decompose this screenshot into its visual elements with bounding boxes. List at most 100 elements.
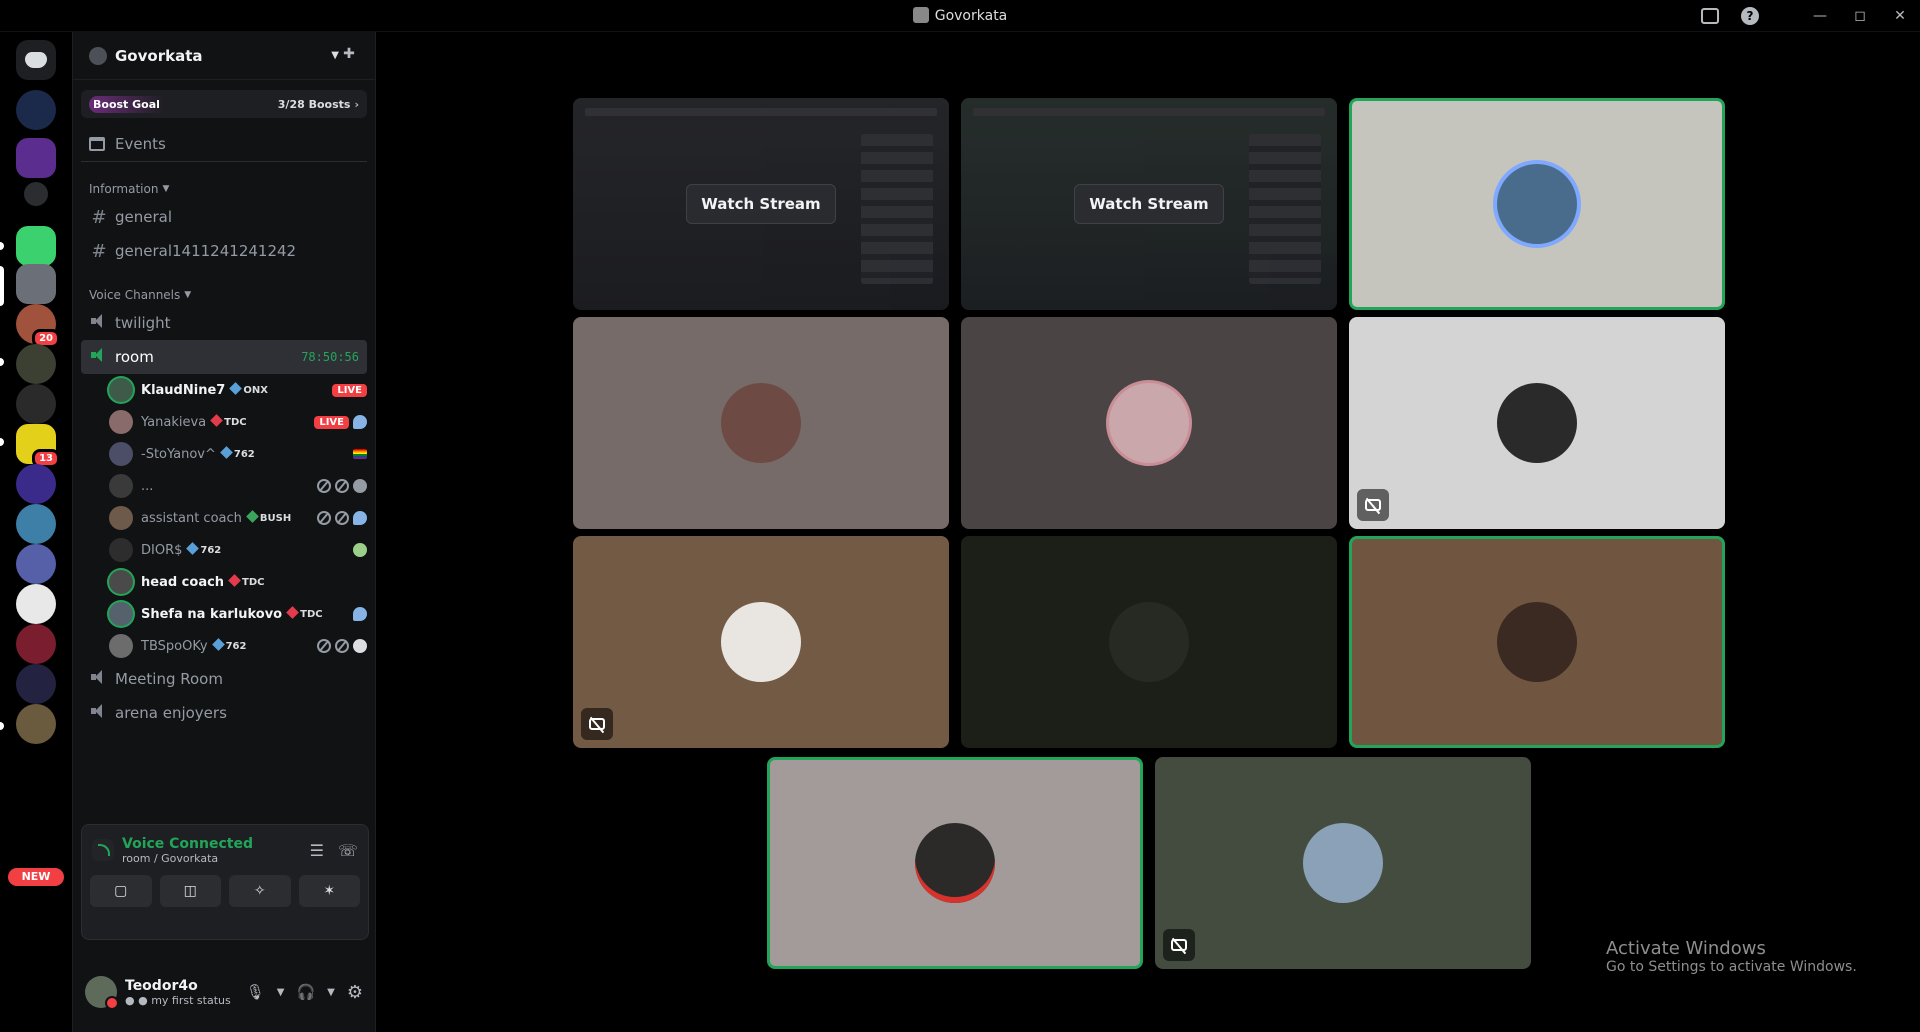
- voice-user[interactable]: Yanakieva TDC LIVE: [109, 406, 367, 438]
- server-icon-8[interactable]: [16, 384, 56, 424]
- soundboard-button[interactable]: ✶: [298, 875, 360, 907]
- tag-icon: [286, 606, 299, 619]
- participant-avatar: [1109, 602, 1189, 682]
- server-icon-13[interactable]: [16, 584, 56, 624]
- unread-pip: [0, 722, 4, 730]
- signal-icon: [92, 839, 114, 861]
- deafened-icon: [335, 639, 349, 653]
- invite-people-icon[interactable]: ✚: [339, 46, 359, 66]
- server-icon-12[interactable]: [16, 544, 56, 584]
- participant-tile[interactable]: [573, 536, 949, 748]
- voice-user[interactable]: head coach TDC: [109, 566, 367, 598]
- activation-title: Activate Windows: [1606, 938, 1766, 959]
- boost-goal-bar[interactable]: Boost Goal 3/28 Boosts ›: [81, 90, 367, 118]
- new-badge: NEW: [8, 868, 64, 886]
- server-icon-4[interactable]: [16, 226, 56, 266]
- minimize-button[interactable]: —: [1800, 0, 1840, 32]
- voice-user[interactable]: ...: [109, 470, 367, 502]
- gear-icon[interactable]: ⚙: [347, 982, 363, 1003]
- close-button[interactable]: ✕: [1880, 0, 1920, 32]
- participant-tile[interactable]: [961, 536, 1337, 748]
- help-button[interactable]: ?: [1730, 0, 1770, 32]
- voice-user[interactable]: Shefa na karlukovo TDC: [109, 598, 367, 630]
- voice-channel-meeting-room[interactable]: Meeting Room: [81, 662, 367, 696]
- participant-tile[interactable]: [1349, 317, 1725, 529]
- server-tag: TDC: [228, 574, 265, 588]
- inbox-icon: [1701, 8, 1719, 24]
- watch-stream-button[interactable]: Watch Stream: [1074, 184, 1224, 224]
- category-voice[interactable]: Voice Channels ▼: [89, 288, 367, 302]
- chevron-down-icon: ▼: [184, 290, 192, 300]
- avatar: [109, 538, 133, 562]
- custom-status: ● ● my first status: [125, 993, 231, 1007]
- server-list: 20 13 NEW: [0, 32, 72, 1032]
- camera-toggle-button[interactable]: ▢: [90, 875, 152, 907]
- participant-tile[interactable]: [1349, 98, 1725, 310]
- participant-avatar: [721, 602, 801, 682]
- discord-home-button[interactable]: [16, 40, 56, 80]
- disconnect-icon[interactable]: ☏: [338, 841, 358, 860]
- watch-stream-button[interactable]: Watch Stream: [686, 184, 836, 224]
- activities-button[interactable]: ✧: [229, 875, 291, 907]
- participant-tile[interactable]: [961, 317, 1337, 529]
- voice-channel-twilight[interactable]: twilight: [81, 306, 367, 340]
- server-icon-7[interactable]: [16, 344, 56, 384]
- avatar: [109, 570, 133, 594]
- camera-off-indicator: [1357, 489, 1389, 521]
- speaker-icon: [90, 669, 108, 685]
- server-header[interactable]: Govorkata ▼ ✚: [73, 32, 375, 80]
- chevron-down-icon[interactable]: ▼: [277, 987, 285, 998]
- channel-general-2[interactable]: # general1411241241242: [81, 234, 367, 268]
- server-icon-1[interactable]: [16, 90, 56, 130]
- maximize-button[interactable]: ◻: [1840, 0, 1880, 32]
- server-icon-2[interactable]: [16, 138, 56, 178]
- speaker-icon: [90, 313, 108, 329]
- server-icon-5[interactable]: [16, 264, 56, 304]
- stream-tile[interactable]: Watch Stream: [573, 98, 949, 310]
- voice-channel-room[interactable]: room 78:50:56: [81, 340, 367, 374]
- screen-share-button[interactable]: ◫: [159, 875, 221, 907]
- server-icon-16[interactable]: [16, 704, 56, 744]
- username: DIOR$: [141, 542, 183, 558]
- server-icon-3[interactable]: [24, 182, 48, 206]
- headphones-icon[interactable]: 🎧: [296, 983, 315, 1001]
- server-icon-6[interactable]: 20: [16, 304, 60, 348]
- user-panel: Teodor4o ● ● my first status 🎙 ▼ 🎧 ▼ ⚙: [73, 952, 375, 1032]
- activities-icon: ✧: [253, 883, 266, 899]
- voice-status-title[interactable]: Voice Connected: [122, 836, 253, 852]
- avatar[interactable]: [85, 976, 119, 1010]
- voice-user[interactable]: KlaudNine7 ONX LIVE: [109, 374, 367, 406]
- voice-channel-arena-enjoyers[interactable]: arena enjoyers: [81, 696, 367, 730]
- voice-user[interactable]: assistant coach BUSH: [109, 502, 367, 534]
- voice-user[interactable]: TBSpoOKy 762: [109, 630, 367, 662]
- hashtag-icon: #: [91, 206, 107, 228]
- category-information[interactable]: Information ▼: [89, 182, 367, 196]
- screen-share-icon: ◫: [183, 883, 197, 899]
- participant-tile[interactable]: [573, 317, 949, 529]
- inbox-button[interactable]: [1690, 0, 1730, 32]
- voice-user[interactable]: -StoYanov^ 762: [109, 438, 367, 470]
- voice-user[interactable]: DIOR$ 762: [109, 534, 367, 566]
- server-icon-9[interactable]: 13: [16, 424, 60, 468]
- chevron-down-icon[interactable]: ▼: [327, 987, 335, 998]
- participant-tile[interactable]: [1155, 757, 1531, 969]
- tag-icon: [246, 510, 259, 523]
- server-icon-15[interactable]: [16, 664, 56, 704]
- participant-tile[interactable]: [767, 757, 1143, 969]
- server-icon-11[interactable]: [16, 504, 56, 544]
- server-tag: 762: [220, 446, 255, 460]
- current-username[interactable]: Teodor4o: [125, 978, 231, 994]
- selected-pip: [0, 266, 4, 306]
- events-item[interactable]: Events: [81, 130, 367, 162]
- stream-tile[interactable]: Watch Stream: [961, 98, 1337, 310]
- microphone-icon[interactable]: 🎙: [246, 983, 265, 1001]
- server-icon-10[interactable]: [16, 464, 56, 504]
- server-icon-14[interactable]: [16, 624, 56, 664]
- noise-suppression-icon[interactable]: ☰: [310, 841, 324, 860]
- channel-general[interactable]: # general: [81, 200, 367, 234]
- participant-tile[interactable]: [1349, 536, 1725, 748]
- username: assistant coach: [141, 510, 242, 526]
- voice-status-subtitle[interactable]: room / Govorkata: [122, 852, 253, 865]
- avatar: [109, 378, 133, 402]
- voice-connected-panel: Voice Connected room / Govorkata ☰ ☏ ▢ ◫…: [81, 824, 369, 940]
